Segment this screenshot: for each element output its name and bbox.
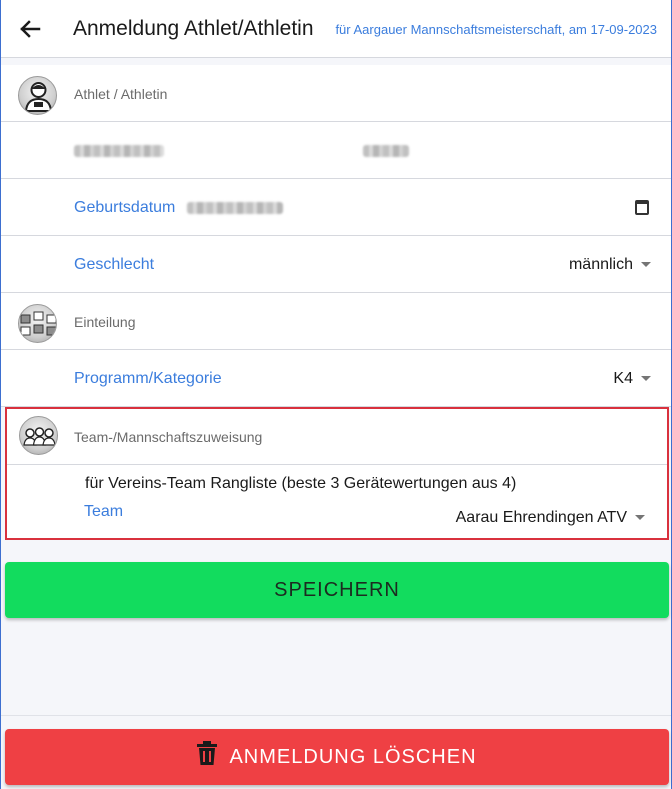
name-row[interactable] xyxy=(1,122,671,179)
save-button[interactable]: SPEICHERN xyxy=(5,562,669,618)
team-select[interactable]: Aarau Ehrendingen ATV xyxy=(456,509,645,527)
division-section-label: Einteilung xyxy=(74,314,136,330)
calendar-icon[interactable] xyxy=(635,200,649,215)
birthdate-label: Geburtsdatum xyxy=(74,199,176,216)
athlete-avatar-icon xyxy=(18,76,57,115)
save-button-label: SPEICHERN xyxy=(274,579,400,601)
birthdate-row[interactable]: Geburtsdatum xyxy=(1,179,671,236)
toolbar: Anmeldung Athlet/Athletin für Aargauer M… xyxy=(1,0,671,58)
gender-select[interactable]: männlich xyxy=(569,256,651,274)
program-value: K4 xyxy=(613,370,633,387)
gender-label: Geschlecht xyxy=(74,256,155,273)
team-section-label: Team-/Mannschaftszuweisung xyxy=(74,429,263,445)
team-label: Team xyxy=(84,503,124,520)
gender-value: männlich xyxy=(568,256,633,273)
chevron-down-icon xyxy=(635,515,645,521)
competition-subtitle: für Aargauer Mannschaftsmeisterschaft, a… xyxy=(335,22,657,37)
redacted-birthdate[interactable] xyxy=(187,202,283,214)
program-label: Programm/Kategorie xyxy=(74,370,222,387)
delete-registration-button[interactable]: ANMELDUNG LÖSCHEN xyxy=(5,729,669,785)
delete-button-label: ANMELDUNG LÖSCHEN xyxy=(229,746,477,768)
team-section-header: Team-/Mannschaftszuweisung xyxy=(7,409,667,465)
arrow-left-icon[interactable] xyxy=(15,14,45,44)
trash-icon xyxy=(197,740,218,770)
athlete-section-header: Athlet / Athletin xyxy=(1,65,671,122)
redacted-firstname[interactable] xyxy=(363,145,409,157)
division-section-header: Einteilung xyxy=(1,293,671,350)
team-description: für Vereins-Team Rangliste (beste 3 Gerä… xyxy=(85,475,517,492)
chevron-down-icon xyxy=(641,376,651,382)
program-select[interactable]: K4 xyxy=(613,370,651,388)
apparatus-avatar-icon xyxy=(18,304,57,343)
page-title: Anmeldung Athlet/Athletin xyxy=(73,17,314,40)
redacted-lastname[interactable] xyxy=(74,145,164,157)
athlete-section-label: Athlet / Athletin xyxy=(74,86,168,102)
divider xyxy=(1,715,671,716)
program-row[interactable]: Programm/Kategorie K4 xyxy=(1,350,671,407)
gender-row[interactable]: Geschlecht männlich xyxy=(1,236,671,293)
page: Anmeldung Athlet/Athletin für Aargauer M… xyxy=(0,0,672,789)
team-avatar-icon xyxy=(19,416,58,455)
team-value: Aarau Ehrendingen ATV xyxy=(455,509,627,526)
chevron-down-icon xyxy=(641,262,651,268)
